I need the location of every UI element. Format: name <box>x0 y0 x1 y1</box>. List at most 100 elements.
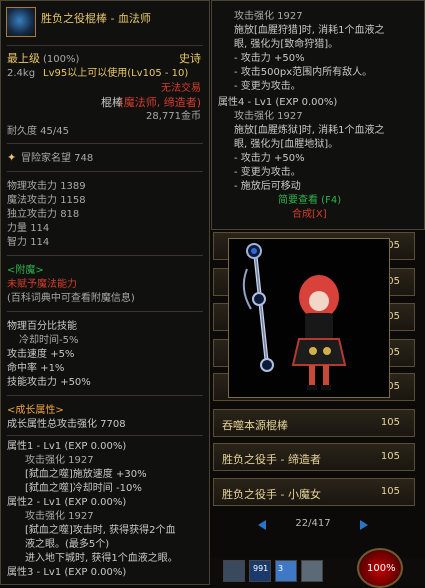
divider <box>7 143 203 144</box>
reputation: 冒险家名望 748 <box>21 153 94 164</box>
class-restriction: (魔法师, 缔造者) <box>119 96 201 109</box>
growth-total: 成长属性总攻击强化 7708 <box>7 419 126 430</box>
enchant-header: <附魔> <box>7 265 44 276</box>
stat-row: 力量 114 <box>7 223 49 235</box>
stat-row: 魔法攻击力 1158 <box>7 195 86 207</box>
attribute-4-effect: - 变更为攻击。 <box>234 167 301 178</box>
divider <box>7 311 203 312</box>
attribute-3-effect: - 攻击500px范围内所有敌人。 <box>234 67 373 78</box>
skill-slot[interactable] <box>223 560 245 582</box>
mod-value: +1% <box>40 363 65 374</box>
mod-name: 攻击速度 <box>7 349 47 360</box>
attribute-4-header: 属性4 - Lv1 (EXP 0.00%) <box>218 97 338 108</box>
attribute-4-effect: 眼, 强化为[血腥地狱]。 <box>234 139 339 150</box>
stat-name: 魔法攻击力 <box>7 195 57 206</box>
item-tooltip-continued: 攻击强化 1927 施放[血腥狩猎]时, 消耗1个血液之 眼, 强化为[致命狩猎… <box>211 0 425 230</box>
attribute-3-effect: - 攻击力 +50% <box>234 53 305 64</box>
mod-value: +50% <box>60 377 91 388</box>
slot-count: 991 <box>253 564 269 573</box>
skill-slot[interactable] <box>301 560 323 582</box>
item-name: 胜负之役棍棒 - 血法师 <box>41 12 151 25</box>
weapon-icon <box>6 7 36 37</box>
skill-header: 物理百分比技能 <box>7 321 77 332</box>
reputation-icon: ✦ <box>7 151 17 164</box>
item-name: 胜负之役手 - 小魔女 <box>222 488 321 501</box>
stat-name: 物理攻击力 <box>7 181 57 192</box>
skill-slot[interactable]: 991 <box>249 560 271 582</box>
requirement: Lv95以上可以使用(Lv105 - 10) <box>43 68 189 79</box>
attribute-4-effect: - 攻击力 +50% <box>234 153 305 164</box>
attribute-4-effect: - 施放后可移动 <box>234 181 301 192</box>
attribute-1-effect: [弑血之噬]施放速度 +30% <box>25 469 147 480</box>
divider <box>7 395 203 396</box>
attribute-2-attack: 攻击强化 1927 <box>25 511 94 522</box>
item-level: 105 <box>380 486 400 497</box>
attribute-4-attack: 攻击强化 1927 <box>234 111 303 122</box>
item-tooltip: 胜负之役棍棒 - 血法师 最上级 (100%) 史诗 2.4kg Lv95以上可… <box>0 0 210 585</box>
list-item[interactable]: 胜负之役手 - 小魔女 105 <box>213 478 415 506</box>
item-level: 105 <box>380 451 400 462</box>
attribute-1-effect: [弑血之噬]冷却时间 -10% <box>25 483 142 494</box>
untradeable-label: 无法交易 <box>161 83 201 94</box>
stat-value: 1389 <box>60 181 86 192</box>
character-preview <box>228 238 390 398</box>
brief-view-link[interactable]: 简要查看 (F4) <box>278 195 341 207</box>
attribute-2-effect: [弑血之噬]攻击时, 获得获得2个血 <box>25 525 176 536</box>
grade-label: 最上级 <box>7 52 40 65</box>
stat-name: 独立攻击力 <box>7 209 57 220</box>
mod-name: 技能攻击力 <box>7 377 57 388</box>
divider <box>7 45 203 46</box>
stat-value: 114 <box>30 237 50 248</box>
next-page-arrow-icon[interactable] <box>360 520 368 530</box>
item-name: 胜负之役手 - 缔造者 <box>222 453 321 466</box>
mod-row: 命中率 +1% <box>7 363 64 375</box>
stat-value: 818 <box>60 209 80 220</box>
stat-value: 1158 <box>60 195 86 206</box>
page-indicator: 22/417 <box>295 518 331 529</box>
attribute-2-effect: 液之眼。(最多5个) <box>25 539 110 550</box>
attribute-3-header: 属性3 - Lv1 (EXP 0.00%) <box>7 567 127 578</box>
stat-row: 独立攻击力 818 <box>7 209 79 221</box>
attribute-3-effect: - 变更为攻击。 <box>234 81 301 92</box>
mod-name: 命中率 <box>7 363 37 374</box>
mod-value: +5% <box>50 349 75 360</box>
enchant-status: 未赋予魔法能力 <box>7 279 77 290</box>
pager: 22/417 <box>258 518 368 532</box>
mod-row: 技能攻击力 +50% <box>7 377 91 389</box>
stat-row: 物理攻击力 1389 <box>7 181 86 193</box>
growth-header: <成长属性> <box>7 405 64 416</box>
attribute-3-effect: 施放[血腥狩猎]时, 消耗1个血液之 <box>234 25 385 36</box>
skill-cooldown: 冷却时间-5% <box>19 335 79 346</box>
attribute-2-header: 属性2 - Lv1 (EXP 0.00%) <box>7 497 127 508</box>
synthesize-link[interactable]: 合成[X] <box>292 209 327 221</box>
attribute-3-attack: 攻击强化 1927 <box>234 11 303 22</box>
item-name: 吞噬本源棍棒 <box>222 419 288 432</box>
list-item[interactable]: 吞噬本源棍棒 105 <box>213 409 415 437</box>
attribute-1-header: 属性1 - Lv1 (EXP 0.00%) <box>7 441 127 452</box>
stat-name: 智力 <box>7 237 27 248</box>
divider <box>7 255 203 256</box>
hp-orb: 100% <box>357 548 403 588</box>
list-item[interactable]: 胜负之役手 - 缔造者 105 <box>213 443 415 471</box>
stat-name: 力量 <box>7 223 27 234</box>
slot-hotkey: 3 <box>278 564 284 573</box>
stat-value: 114 <box>30 223 50 234</box>
attribute-2-effect: 进入地下城时, 获得1个血液之眼。 <box>25 553 178 564</box>
attribute-1-attack: 攻击强化 1927 <box>25 455 94 466</box>
character-preview-art <box>242 243 347 390</box>
price: 28,771金币 <box>146 111 201 122</box>
prev-page-arrow-icon[interactable] <box>258 520 266 530</box>
weight: 2.4kg <box>7 68 36 79</box>
skill-slot[interactable]: 3 <box>275 560 297 582</box>
rarity-label: 史诗 <box>179 52 201 65</box>
attribute-3-effect: 眼, 强化为[致命狩猎]。 <box>234 39 339 50</box>
divider <box>7 171 203 172</box>
mod-row: 攻击速度 +5% <box>7 349 74 361</box>
item-level: 105 <box>380 417 400 428</box>
enchant-hint: (百科词典中可查看附魔信息) <box>7 293 135 304</box>
attribute-4-effect: 施放[血腥炼狱]时, 消耗1个血液之 <box>234 125 385 136</box>
stat-row: 智力 114 <box>7 237 49 249</box>
grade-percent: (100%) <box>43 54 80 65</box>
hp-percent: 100% <box>367 563 396 574</box>
divider <box>7 435 203 436</box>
